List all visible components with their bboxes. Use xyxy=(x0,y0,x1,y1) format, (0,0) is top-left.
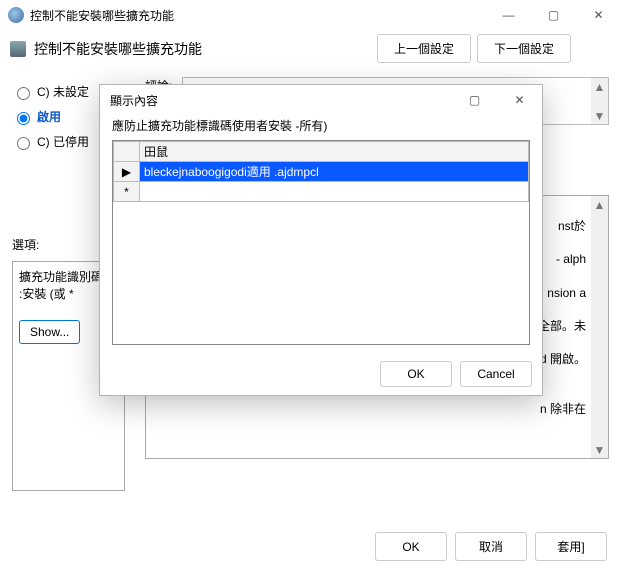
window-titlebar: 控制不能安裝哪些擴充功能 — ▢ ✕ xyxy=(0,0,621,30)
help-list-item: extension_id1 xyxy=(154,456,586,459)
close-icon: ✕ xyxy=(514,93,524,107)
policy-title: 控制不能安裝哪些擴充功能 xyxy=(34,39,377,59)
radio-enabled-input[interactable] xyxy=(17,112,30,125)
grid-cell-empty[interactable] xyxy=(140,182,529,202)
maximize-icon: ▢ xyxy=(469,93,480,107)
policy-icon xyxy=(10,41,26,57)
row-indicator-current: ▶ xyxy=(114,162,140,182)
modal-button-row: OK Cancel xyxy=(100,353,542,395)
modal-cancel-button[interactable]: Cancel xyxy=(460,361,532,387)
table-row[interactable]: * xyxy=(114,182,529,202)
grid-cell-value: bleckejnaboogigodi適用 .ajdmpcl xyxy=(144,165,319,179)
dialog-button-row: OK 取消 套用] xyxy=(375,532,607,561)
close-button[interactable]: ✕ xyxy=(576,1,621,29)
content-header: 控制不能安裝哪些擴充功能 上一個設定 下一個設定 xyxy=(0,30,621,71)
value-grid[interactable]: 田鼠 ▶ bleckejnaboogigodi適用 .ajdmpcl * xyxy=(112,140,530,345)
ok-button[interactable]: OK xyxy=(375,532,447,561)
minimize-icon: — xyxy=(503,8,515,22)
cancel-button[interactable]: 取消 xyxy=(455,532,527,561)
scroll-up-icon[interactable]: ▲ xyxy=(591,196,608,213)
grid-cell-editing[interactable]: bleckejnaboogigodi適用 .ajdmpcl xyxy=(140,162,529,182)
radio-disabled-label: C) 已停用 xyxy=(37,133,89,150)
help-line: n 除非在 xyxy=(154,401,586,418)
scroll-down-icon[interactable]: ▼ xyxy=(591,441,608,458)
table-row[interactable]: ▶ bleckejnaboogigodi適用 .ajdmpcl xyxy=(114,162,529,182)
radio-enabled-label: 啟用 xyxy=(37,108,61,125)
grid-column-header[interactable]: 田鼠 xyxy=(140,142,529,162)
radio-disabled-input[interactable] xyxy=(17,137,30,150)
help-scrollbar[interactable]: ▲ ▼ xyxy=(591,196,608,458)
minimize-button[interactable]: — xyxy=(486,1,531,29)
next-setting-button[interactable]: 下一個設定 xyxy=(477,34,571,63)
close-icon: ✕ xyxy=(593,8,603,22)
row-indicator-new: * xyxy=(114,182,140,202)
apply-button[interactable]: 套用] xyxy=(535,532,607,561)
previous-setting-button[interactable]: 上一個設定 xyxy=(377,34,471,63)
grid-corner xyxy=(114,142,140,162)
show-button[interactable]: Show... xyxy=(19,320,80,344)
show-contents-dialog: 顯示內容 ▢ ✕ 應防止擴充功能標識碼使用者安裝 -所有) 田鼠 ▶ bleck… xyxy=(99,84,543,396)
group-policy-editor-dialog: 控制不能安裝哪些擴充功能 — ▢ ✕ 控制不能安裝哪些擴充功能 上一個設定 下一… xyxy=(0,0,621,571)
modal-titlebar: 顯示內容 ▢ ✕ xyxy=(100,85,542,115)
modal-body: 應防止擴充功能標識碼使用者安裝 -所有) 田鼠 ▶ bleckejnaboogi… xyxy=(100,115,542,353)
modal-instruction: 應防止擴充功能標識碼使用者安裝 -所有) xyxy=(112,117,530,134)
scroll-up-icon[interactable]: ▲ xyxy=(591,78,608,95)
help-example-list: extension_id1 extension_id2 xyxy=(154,456,586,459)
modal-close-button[interactable]: ✕ xyxy=(497,86,542,114)
window-title: 控制不能安裝哪些擴充功能 xyxy=(30,7,486,24)
modal-maximize-button[interactable]: ▢ xyxy=(452,86,497,114)
app-icon xyxy=(8,7,24,23)
scroll-down-icon[interactable]: ▼ xyxy=(591,107,608,124)
comment-scrollbar[interactable]: ▲ ▼ xyxy=(591,78,608,124)
radio-not-configured-input[interactable] xyxy=(17,87,30,100)
modal-title: 顯示內容 xyxy=(110,92,452,109)
maximize-icon: ▢ xyxy=(548,8,559,22)
window-controls: — ▢ ✕ xyxy=(486,1,621,29)
radio-not-configured-label: C) 未設定 xyxy=(37,83,89,100)
modal-ok-button[interactable]: OK xyxy=(380,361,452,387)
maximize-button[interactable]: ▢ xyxy=(531,1,576,29)
